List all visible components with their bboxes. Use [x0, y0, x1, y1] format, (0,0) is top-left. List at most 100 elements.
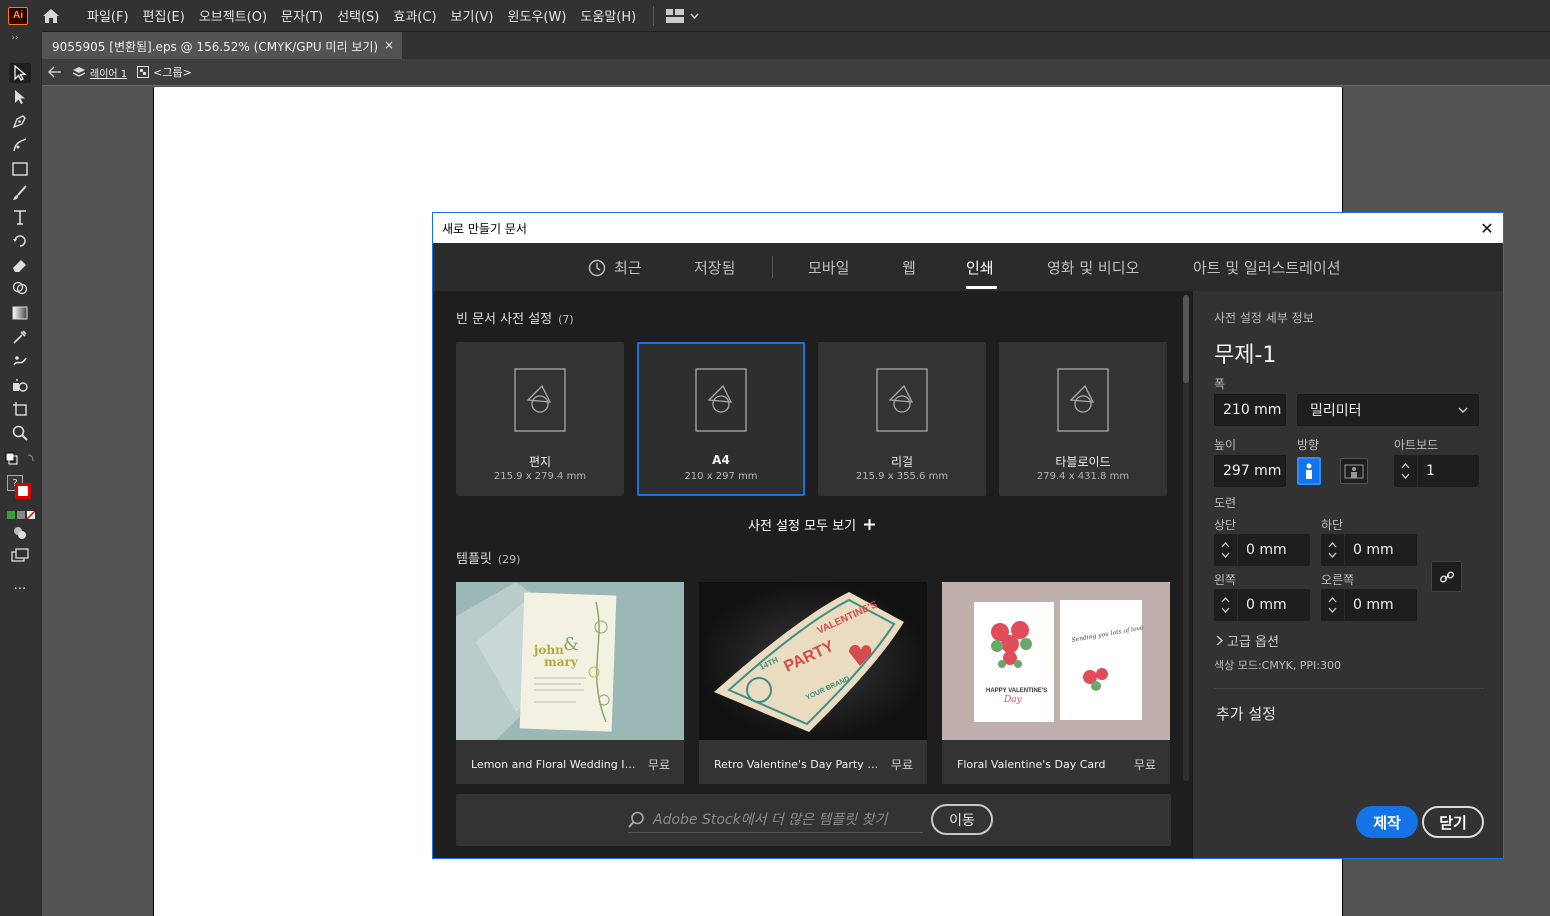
direct-selection-tool[interactable] — [9, 87, 31, 107]
fill-stroke-swatch[interactable]: ? — [5, 473, 37, 501]
screen-mode[interactable] — [9, 545, 31, 565]
brush-icon — [13, 185, 27, 200]
dialog-close-icon[interactable]: ✕ — [1477, 218, 1497, 238]
orientation-label: 방향 — [1297, 438, 1320, 452]
pen-tool[interactable] — [9, 111, 31, 131]
draw-mode[interactable] — [9, 523, 31, 543]
zoom-tool[interactable] — [9, 423, 31, 443]
workspace-switcher[interactable] — [653, 5, 699, 26]
chevron-down-icon — [690, 13, 699, 19]
bleed-top-stepper[interactable]: 0 mm — [1214, 534, 1310, 566]
valentine-flyer-art: VALENTINE'S 14TH PARTY YOUR BRAND — [699, 582, 927, 740]
scrollbar-thumb[interactable] — [1183, 295, 1189, 383]
presets-scrollbar[interactable] — [1183, 295, 1189, 781]
chevron-down-icon — [1221, 607, 1230, 613]
gradient-tool[interactable] — [9, 303, 31, 323]
eyedropper-tool[interactable] — [9, 327, 31, 347]
link-bleed-button[interactable] — [1431, 561, 1462, 592]
tab-web[interactable]: 웹 — [902, 257, 916, 278]
create-button[interactable]: 제작 — [1356, 806, 1418, 838]
breadcrumb-layer[interactable]: 레이어 1 — [90, 65, 127, 80]
symbol-sprayer-tool[interactable] — [9, 375, 31, 395]
preset-card-legal[interactable]: 리걸 215.9 x 355.6 mm — [818, 342, 986, 496]
color-mode-buttons[interactable] — [5, 505, 37, 525]
stock-go-button[interactable]: 이동 — [931, 804, 993, 835]
advanced-options-toggle[interactable]: 고급 옵션 — [1216, 631, 1279, 650]
menu-type[interactable]: 문자(T) — [274, 6, 330, 25]
bleed-left-stepper[interactable]: 0 mm — [1214, 589, 1310, 621]
rectangle-icon — [12, 162, 28, 176]
stepper-arrows[interactable] — [1394, 455, 1418, 487]
stepper-arrows[interactable] — [1321, 534, 1345, 566]
close-button[interactable]: 닫기 — [1422, 806, 1484, 838]
preset-card-letter[interactable]: 편지 215.9 x 279.4 mm — [456, 342, 624, 496]
document-name-input[interactable]: 무제-1 — [1214, 337, 1484, 368]
artboards-stepper[interactable]: 1 — [1394, 455, 1479, 487]
default-fill-stroke[interactable] — [4, 449, 36, 469]
artboard-tool[interactable] — [9, 399, 31, 419]
preset-name: A4 — [712, 453, 730, 467]
width-label: 폭 — [1214, 377, 1226, 391]
menu-object[interactable]: 오브젝트(O) — [192, 6, 274, 25]
tab-recent[interactable]: 최근 — [588, 257, 642, 278]
bleed-right-stepper[interactable]: 0 mm — [1321, 589, 1417, 621]
template-price: 무료 — [1133, 758, 1156, 772]
valentine-card-art: HAPPY VALENTINE'S Day Sending you lots o… — [974, 600, 1144, 722]
tab-saved[interactable]: 저장됨 — [694, 257, 735, 278]
width-input[interactable]: 210 mm — [1214, 394, 1286, 426]
curvature-tool[interactable] — [9, 135, 31, 155]
dialog-titlebar: 새로 만들기 문서 ✕ — [433, 213, 1503, 243]
tab-print[interactable]: 인쇄 — [966, 257, 994, 278]
template-card-valentine-flyer[interactable]: VALENTINE'S 14TH PARTY YOUR BRAND Retro … — [699, 582, 927, 784]
type-icon — [14, 210, 26, 225]
puppet-warp-tool[interactable] — [9, 351, 31, 371]
shape-builder-tool[interactable] — [9, 279, 31, 299]
type-tool[interactable] — [9, 207, 31, 227]
document-tab[interactable]: 9055905 [변환됨].eps @ 156.52% (CMYK/GPU 미리… — [42, 32, 402, 60]
view-all-presets-button[interactable]: 사전 설정 모두 보기 — [748, 515, 876, 534]
template-card-valentine-card[interactable]: HAPPY VALENTINE'S Day Sending you lots o… — [942, 582, 1170, 784]
menu-edit[interactable]: 편집(E) — [136, 6, 192, 25]
menu-help[interactable]: 도움말(H) — [573, 6, 643, 25]
back-arrow-icon[interactable] — [48, 66, 62, 78]
rectangle-tool[interactable] — [9, 159, 31, 179]
height-input[interactable]: 297 mm — [1214, 455, 1286, 487]
tab-film-video[interactable]: 영화 및 비디오 — [1047, 257, 1139, 278]
close-tab-icon[interactable]: × — [384, 38, 394, 52]
tab-mobile[interactable]: 모바일 — [808, 257, 849, 278]
template-card-wedding[interactable]: john & mary Lemon and Floral Wedding Inv… — [456, 582, 684, 784]
stepper-arrows[interactable] — [1214, 534, 1238, 566]
tab-art-illustration[interactable]: 아트 및 일러스트레이션 — [1193, 257, 1341, 278]
units-select[interactable]: 밀리미터 — [1297, 394, 1479, 426]
stock-search-input[interactable]: Adobe Stock에서 더 많은 템플릿 찾기 — [628, 807, 923, 833]
eraser-tool[interactable] — [9, 255, 31, 275]
landscape-orientation-button[interactable] — [1340, 458, 1368, 484]
menu-view[interactable]: 보기(V) — [444, 6, 501, 25]
breadcrumb-group[interactable]: <그룹> — [153, 64, 192, 80]
stepper-arrows[interactable] — [1214, 589, 1238, 621]
preset-card-tabloid[interactable]: 타블로이드 279.4 x 431.8 mm — [999, 342, 1167, 496]
rotate-tool[interactable] — [9, 231, 31, 251]
menu-select[interactable]: 선택(S) — [330, 6, 386, 25]
tab-divider — [772, 256, 773, 278]
paintbrush-tool[interactable] — [9, 183, 31, 203]
stepper-arrows[interactable] — [1321, 589, 1345, 621]
bleed-bottom-stepper[interactable]: 0 mm — [1321, 534, 1417, 566]
template-name: Floral Valentine's Day Card — [957, 758, 1106, 771]
template-name: Retro Valentine's Day Party Flyer — [714, 758, 884, 771]
preset-card-a4[interactable]: A4 210 x 297 mm — [637, 342, 805, 496]
selection-tool[interactable] — [9, 63, 31, 83]
stroke-swatch[interactable] — [15, 483, 31, 499]
home-button[interactable] — [40, 5, 62, 27]
pen-icon — [12, 115, 26, 129]
rotate-icon — [13, 235, 26, 247]
portrait-orientation-button[interactable] — [1297, 457, 1321, 485]
more-settings-button[interactable]: 추가 설정 — [1216, 703, 1276, 724]
edit-toolbar-button[interactable]: ... — [9, 575, 31, 595]
menu-window[interactable]: 윈도우(W) — [501, 6, 574, 25]
panel-collapse-icon[interactable]: ›› — [4, 33, 26, 43]
template-thumbnail: HAPPY VALENTINE'S Day Sending you lots o… — [942, 582, 1170, 740]
color-mode-icon — [7, 510, 36, 520]
menu-file[interactable]: 파일(F) — [80, 6, 136, 25]
menu-effect[interactable]: 효과(C) — [386, 6, 443, 25]
